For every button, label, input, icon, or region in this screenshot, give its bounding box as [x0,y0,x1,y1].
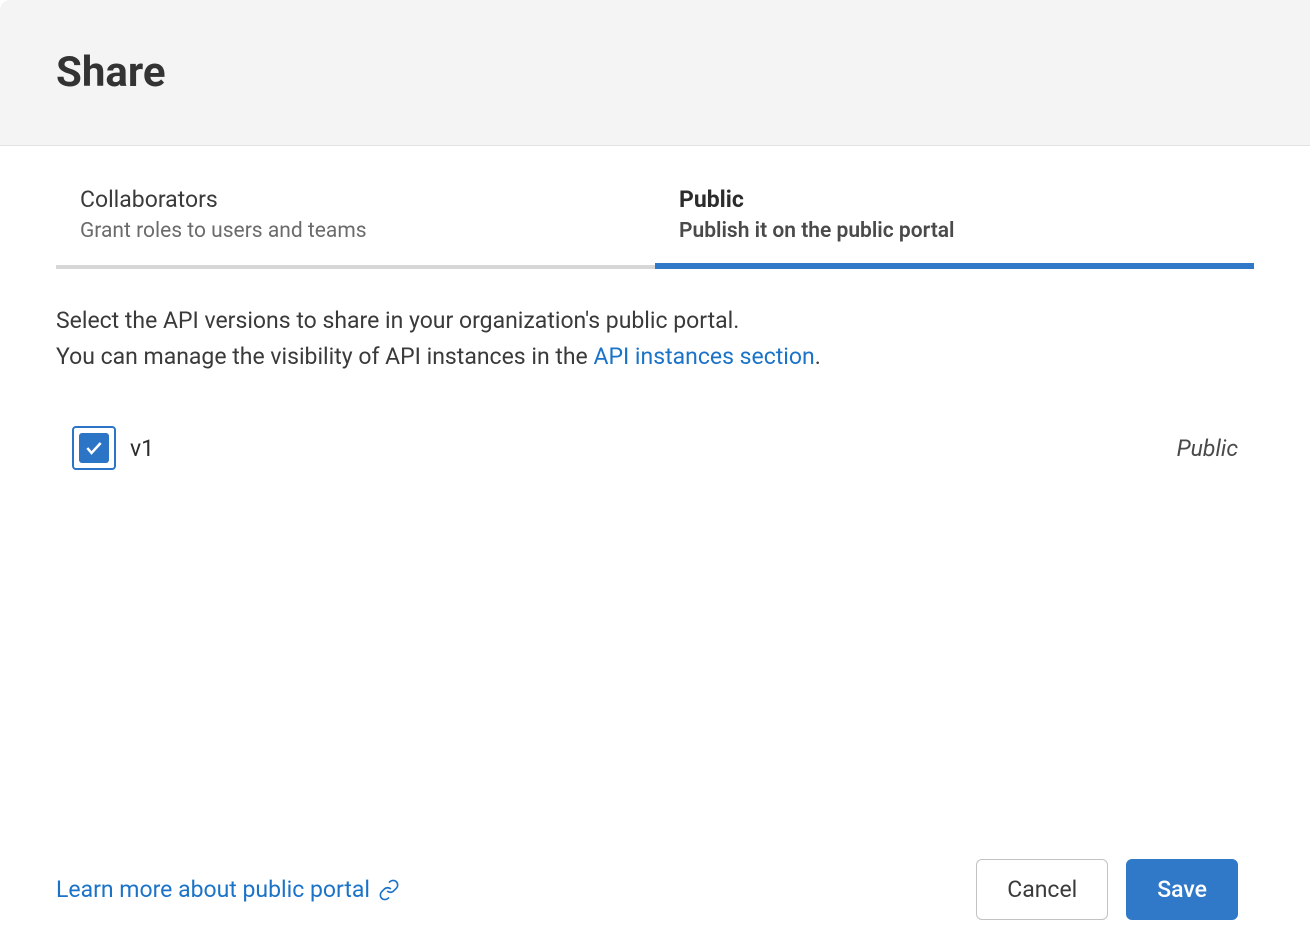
version-list: v1 Public [56,418,1254,478]
learn-more-text: Learn more about public portal [56,876,370,903]
description-line2-prefix: You can manage the visibility of API ins… [56,343,593,370]
description-line2-suffix: . [815,343,821,370]
footer-buttons: Cancel Save [976,859,1238,920]
version-row: v1 Public [56,418,1254,478]
save-button[interactable]: Save [1126,859,1238,920]
external-link-icon [378,879,400,901]
cancel-button[interactable]: Cancel [976,859,1108,920]
tab-public-subtitle: Publish it on the public portal [679,219,1230,243]
checkbox-checked-icon [79,433,109,463]
tab-collaborators[interactable]: Collaborators Grant roles to users and t… [56,174,655,269]
tab-public-title: Public [679,186,1230,213]
tab-collaborators-title: Collaborators [80,186,631,213]
tab-collaborators-subtitle: Grant roles to users and teams [80,219,631,243]
description-line1: Select the API versions to share in your… [56,307,739,334]
dialog-footer: Learn more about public portal Cancel Sa… [56,859,1238,920]
version-checkbox[interactable] [72,426,116,470]
dialog-title: Share [56,48,1310,97]
dialog-header: Share [0,0,1310,146]
version-status: Public [1177,435,1238,462]
tabs: Collaborators Grant roles to users and t… [56,174,1254,269]
tab-public[interactable]: Public Publish it on the public portal [655,174,1254,269]
version-label: v1 [130,435,154,462]
learn-more-link[interactable]: Learn more about public portal [56,876,400,903]
dialog-content: Collaborators Grant roles to users and t… [0,174,1310,478]
description-text: Select the API versions to share in your… [56,303,1254,374]
api-instances-link[interactable]: API instances section [593,343,814,370]
